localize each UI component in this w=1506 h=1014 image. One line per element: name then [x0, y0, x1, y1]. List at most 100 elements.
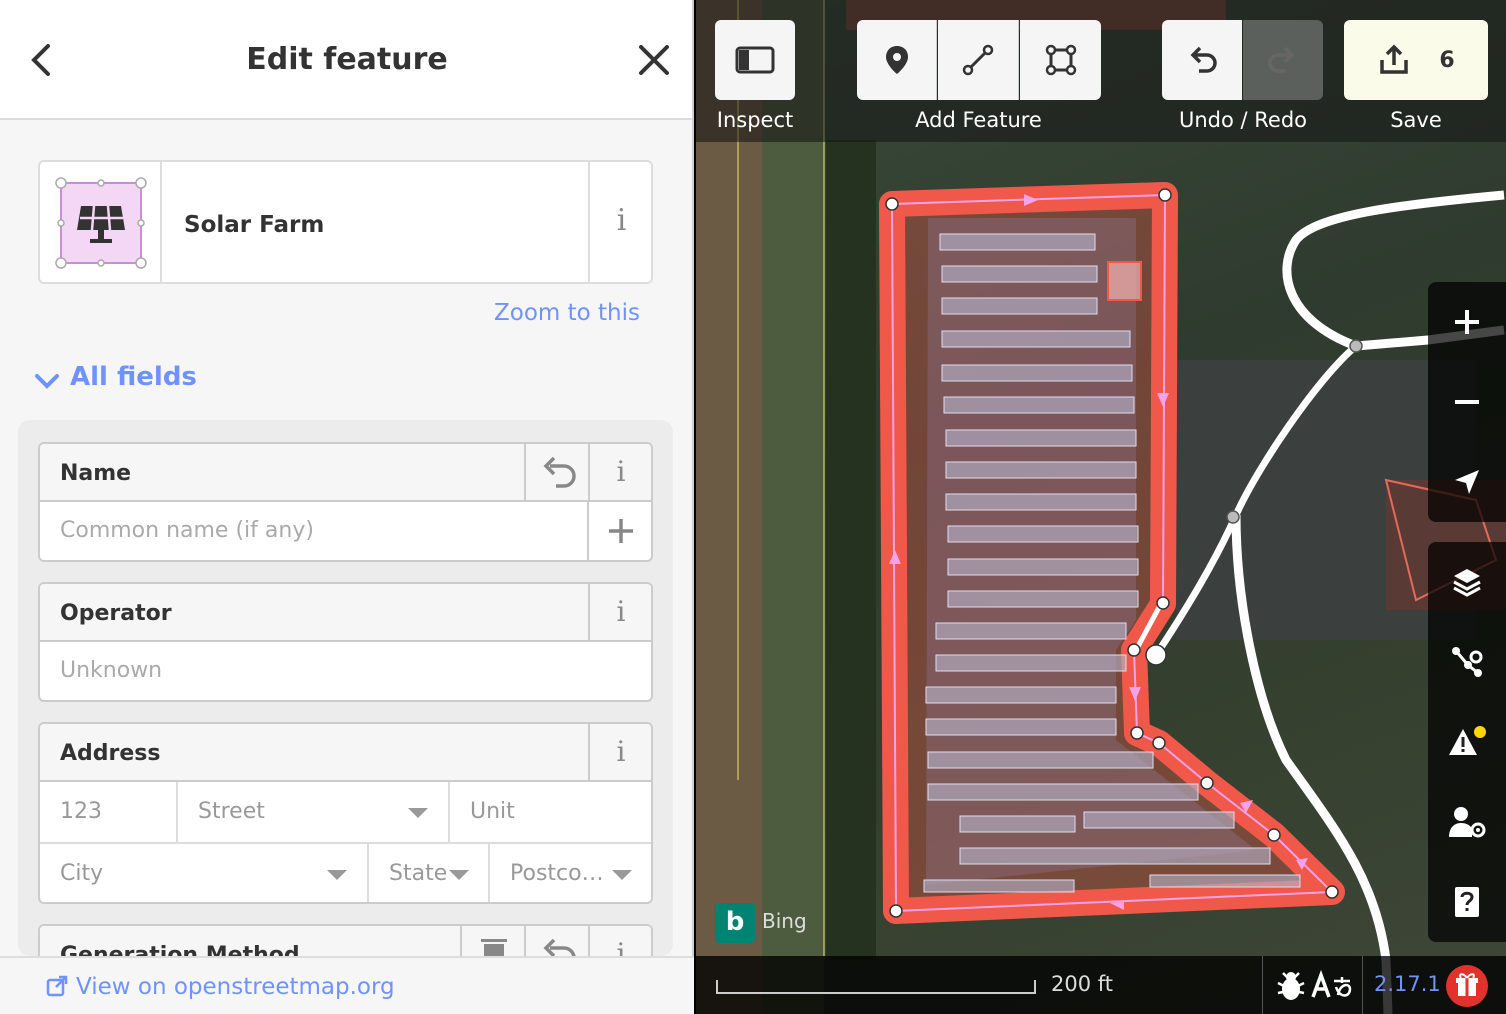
generation-method-label: Generation Method [60, 943, 300, 956]
operator-field: Operator i Unknown [38, 582, 653, 702]
city-combo[interactable]: City [40, 844, 369, 902]
zoom-out-button[interactable] [1428, 362, 1506, 442]
translate-button[interactable] [1310, 969, 1354, 1007]
unit-input[interactable]: Unit [450, 782, 651, 842]
name-info-button[interactable]: i [588, 444, 651, 500]
add-area-button[interactable] [1020, 20, 1101, 100]
scale-label: 200 ft [1051, 972, 1114, 996]
housenumber-placeholder: 123 [60, 799, 102, 824]
postcode-combo[interactable]: Postco… [490, 844, 651, 902]
solar-panel-icon [55, 177, 147, 269]
generation-method-label-row: Generation Method i [40, 926, 651, 956]
state-placeholder: State [389, 861, 448, 886]
operator-info-button[interactable]: i [588, 584, 651, 640]
unit-placeholder: Unit [470, 799, 515, 824]
preset-selector[interactable]: Solar Farm i [38, 160, 653, 284]
map-data-icon [1452, 647, 1483, 677]
inspect-button[interactable] [715, 20, 795, 100]
zoom-to-this-link[interactable]: Zoom to this [494, 300, 640, 326]
address-info-button[interactable]: i [588, 724, 651, 780]
name-field-label: Name [60, 461, 132, 486]
footer-divider [1362, 956, 1363, 1014]
add-line-button[interactable] [938, 20, 1019, 100]
state-combo[interactable]: State [369, 844, 490, 902]
add-localized-name-button[interactable] [587, 502, 651, 560]
version-label[interactable]: 2.17.1 [1374, 972, 1441, 996]
gift-icon [1456, 973, 1478, 996]
revert-button[interactable] [524, 444, 588, 500]
plus-icon [609, 519, 633, 543]
report-bug-button[interactable] [1274, 969, 1308, 1007]
close-icon[interactable] [636, 42, 672, 78]
inspect-label: Inspect [716, 108, 794, 132]
scale-bar[interactable] [716, 980, 1036, 994]
sidebar-header: Edit feature [0, 0, 692, 120]
generation-method-info-button[interactable]: i [588, 926, 651, 956]
add-feature-label: Add Feature [915, 108, 1042, 132]
name-placeholder: Common name (if any) [60, 518, 314, 543]
issues-button[interactable] [1428, 702, 1506, 782]
operator-input[interactable]: Unknown [40, 642, 651, 700]
background-layers-button[interactable] [1428, 542, 1506, 622]
top-toolbar: Inspect Add Feature Undo / Redo 6 Save [696, 0, 1506, 142]
sidebar-footer: View on openstreetmap.org [0, 956, 694, 1014]
preset-info-button[interactable]: i [588, 162, 651, 282]
preferences-button[interactable] [1428, 782, 1506, 862]
undo-redo-label: Undo / Redo [1178, 108, 1308, 132]
all-fields-toggle[interactable]: All fields [34, 362, 197, 392]
delete-button[interactable] [460, 926, 524, 956]
inspector-sidebar: Edit feature Solar Farm i Zoom to this A… [0, 0, 694, 1014]
save-button[interactable]: 6 [1344, 20, 1488, 100]
housenumber-input[interactable]: 123 [40, 782, 178, 842]
upload-icon [1380, 44, 1409, 74]
address-field-label-row: Address i [40, 724, 651, 782]
user-gear-icon [1449, 807, 1486, 838]
street-combo[interactable]: Street [178, 782, 450, 842]
bug-icon [1277, 972, 1305, 1000]
generation-method-field: Generation Method i [38, 924, 653, 956]
name-field-label-row: Name i [40, 444, 651, 502]
preset-name: Solar Farm [184, 212, 325, 238]
postcode-placeholder: Postco… [510, 861, 604, 886]
street-placeholder: Street [198, 799, 265, 824]
operator-field-label-row: Operator i [40, 584, 651, 642]
selected-vertex-area[interactable] [1107, 261, 1142, 301]
plus-icon [1455, 310, 1479, 334]
undo-icon [543, 938, 576, 956]
redo-button[interactable] [1243, 20, 1323, 100]
save-label: Save [1390, 108, 1442, 132]
map-imagery [696, 0, 1506, 1014]
translate-icon [1311, 969, 1352, 998]
address-row-1: 123 Street Unit [40, 782, 651, 844]
page-title: Edit feature [246, 42, 448, 77]
undo-button[interactable] [1162, 20, 1242, 100]
trash-icon [481, 939, 507, 956]
whats-new-button[interactable] [1446, 965, 1488, 1007]
help-icon [1455, 887, 1479, 917]
geolocate-button[interactable] [1428, 442, 1506, 522]
bing-logo: b [715, 903, 755, 943]
location-arrow-icon [1455, 470, 1479, 494]
address-row-2: City State Postco… [40, 844, 651, 902]
save-count: 6 [1439, 47, 1455, 73]
footer-divider [1262, 956, 1263, 1014]
area-icon [1045, 44, 1076, 76]
view-on-osm-link[interactable]: View on openstreetmap.org [46, 974, 395, 1000]
address-field-label: Address [60, 741, 161, 766]
map-canvas[interactable] [696, 0, 1506, 1014]
external-link-icon [46, 975, 68, 997]
help-button[interactable] [1428, 862, 1506, 942]
warning-icon [1449, 726, 1486, 755]
name-field: Name i Common name (if any) [38, 442, 653, 562]
zoom-in-button[interactable] [1428, 282, 1506, 362]
undo-icon [1190, 46, 1217, 73]
preset-icon-cell[interactable] [40, 162, 162, 282]
add-point-button[interactable] [857, 20, 937, 100]
operator-field-label: Operator [60, 601, 172, 626]
revert-button[interactable] [524, 926, 588, 956]
name-input[interactable]: Common name (if any) [40, 502, 651, 560]
all-fields-label: All fields [70, 362, 197, 392]
map-data-button[interactable] [1428, 622, 1506, 702]
minus-icon [1455, 400, 1479, 404]
view-on-osm-label: View on openstreetmap.org [76, 974, 395, 1000]
